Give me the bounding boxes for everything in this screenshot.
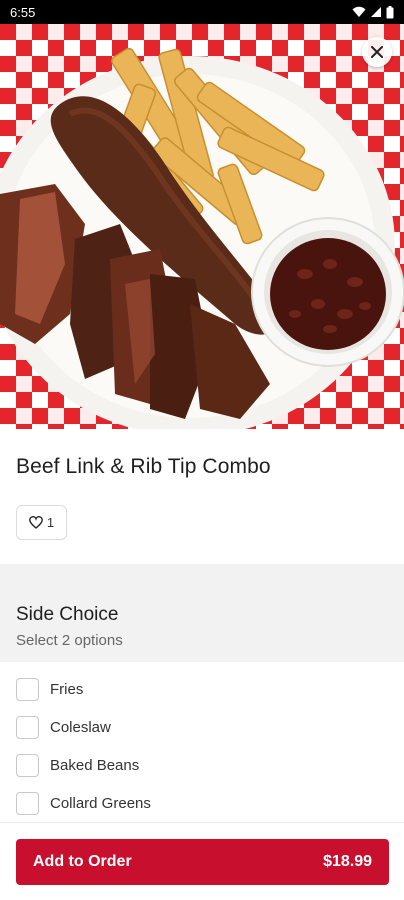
option-label: Collard Greens (50, 794, 151, 812)
option-baked-beans[interactable]: Baked Beans (16, 752, 139, 778)
status-time: 6:55 (10, 4, 36, 20)
order-price: $18.99 (323, 853, 372, 870)
heart-icon (28, 516, 43, 529)
like-button[interactable]: 1 (16, 505, 67, 540)
side-choice-subtitle: Select 2 options (16, 632, 123, 649)
battery-icon (386, 5, 394, 18)
footer: Add to Order $18.99 (0, 822, 404, 900)
side-choice-title: Side Choice (16, 604, 119, 625)
option-coleslaw[interactable]: Coleslaw (16, 714, 111, 740)
option-fries[interactable]: Fries (16, 676, 83, 702)
option-label: Fries (50, 680, 84, 698)
close-icon (371, 46, 383, 58)
item-photo (0, 24, 404, 429)
checkbox[interactable] (16, 791, 39, 815)
item-title: Beef Link & Rib Tip Combo (16, 455, 271, 478)
option-collard-greens[interactable]: Collard Greens (16, 790, 151, 816)
close-button[interactable] (362, 37, 392, 67)
checkbox[interactable] (16, 715, 39, 739)
option-label: Coleslaw (50, 718, 111, 736)
add-to-order-button[interactable]: Add to Order $18.99 (16, 839, 389, 885)
checkbox[interactable] (16, 753, 39, 777)
add-to-order-label: Add to Order (33, 853, 132, 870)
option-label: Baked Beans (50, 756, 140, 774)
wifi-icon (352, 6, 366, 17)
like-count: 1 (46, 515, 55, 530)
signal-icon (371, 7, 381, 17)
side-choice-header: Side Choice Select 2 options (0, 564, 404, 662)
status-icons (352, 5, 394, 19)
checkbox[interactable] (16, 677, 39, 701)
status-bar: 6:55 (0, 0, 404, 24)
